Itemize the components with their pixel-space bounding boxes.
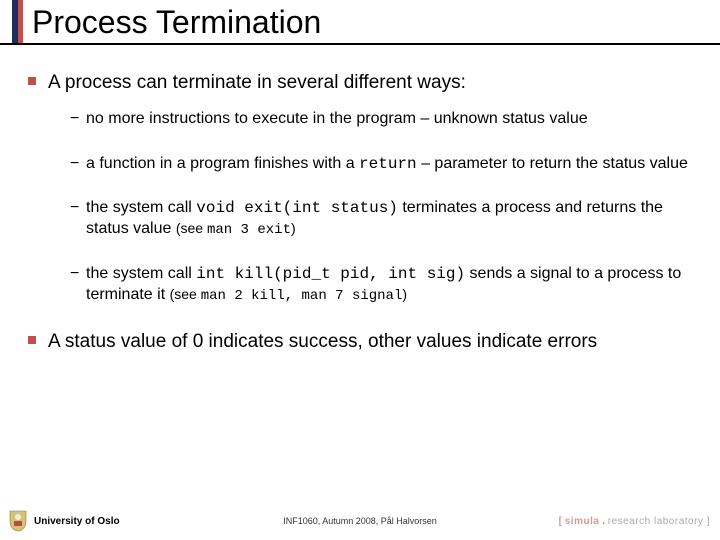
code-text: void exit(int status) — [196, 199, 398, 217]
footer-course: INF1060, Autumn 2008, Pål Halvorsen — [283, 516, 437, 526]
bullet-item: A process can terminate in several diffe… — [28, 71, 692, 306]
sub-bullet-list: no more instructions to execute in the p… — [48, 109, 692, 306]
sub-bullet-item: the system call void exit(int status) te… — [70, 198, 692, 240]
simula-rest: research laboratory ] — [608, 516, 710, 527]
simula-dot: . — [599, 516, 607, 527]
slide-title: Process Termination — [26, 4, 720, 41]
bullet-text: A process can terminate in several diffe… — [48, 72, 466, 93]
sub-bullet-item: no more instructions to execute in the p… — [70, 109, 692, 130]
content-area: A process can terminate in several diffe… — [0, 43, 720, 353]
sub-bullet-item: the system call int kill(pid_t pid, int … — [70, 264, 692, 306]
sub-bullet-text: – parameter to return the status value — [417, 155, 688, 172]
see-open: (see — [170, 286, 201, 302]
see-close: ) — [291, 220, 296, 236]
title-accent-red — [18, 0, 23, 43]
uio-crest-icon — [8, 509, 28, 533]
code-text: man 2 kill, man 7 signal — [201, 288, 403, 304]
simula-word: simula — [565, 516, 600, 527]
see-open: (see — [176, 220, 207, 236]
sub-bullet-text: the system call — [86, 199, 196, 216]
code-text: return — [359, 155, 417, 173]
slide: Process Termination A process can termin… — [0, 0, 720, 540]
sub-bullet-text: a function in a program finishes with a — [86, 155, 359, 172]
footer: University of Oslo INF1060, Autumn 2008,… — [0, 508, 720, 534]
title-block: Process Termination — [0, 0, 720, 43]
bullet-item: A status value of 0 indicates success, o… — [28, 330, 692, 354]
bullet-list: A process can terminate in several diffe… — [28, 71, 692, 353]
code-text: int kill(pid_t pid, int sig) — [196, 265, 465, 283]
see-note: (see man 2 kill, man 7 signal) — [170, 286, 407, 302]
sub-bullet-text: the system call — [86, 265, 196, 282]
code-text: man 3 exit — [207, 222, 291, 238]
bullet-text: A status value of 0 indicates success, o… — [48, 331, 597, 352]
sub-bullet-text: no more instructions to execute in the p… — [86, 110, 588, 127]
title-underline — [0, 43, 720, 45]
footer-simula: [ simula . research laboratory ] — [559, 516, 710, 527]
see-close: ) — [402, 286, 407, 302]
footer-university: University of Oslo — [34, 516, 120, 527]
sub-bullet-item: a function in a program finishes with a … — [70, 154, 692, 175]
see-note: (see man 3 exit) — [176, 220, 296, 236]
